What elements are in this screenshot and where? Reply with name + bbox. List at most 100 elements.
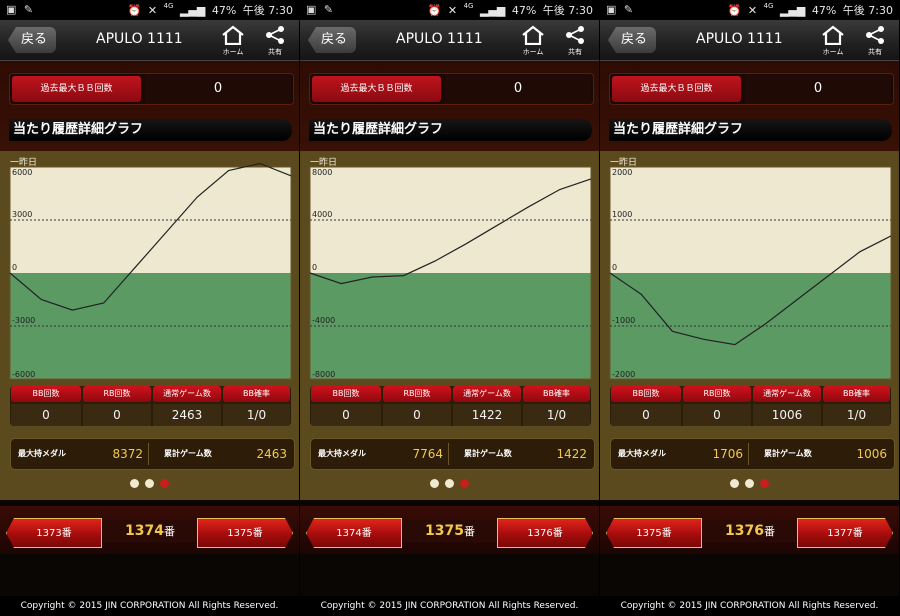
- max-medal-value: 7764: [412, 447, 443, 461]
- y-tick-label: -1000: [612, 316, 635, 325]
- app-title: APULO 1111: [96, 31, 183, 47]
- page-dot-active[interactable]: [760, 479, 769, 488]
- total-games-value: 1006: [856, 447, 887, 461]
- number-suffix: 番: [163, 525, 175, 538]
- page-dot[interactable]: [130, 479, 139, 488]
- clock: 午後 7:30: [242, 4, 293, 17]
- home-button[interactable]: ホーム: [518, 25, 548, 57]
- graph-section: 一昨日 2000 1000 0 -1000 -2000 BB回数 0 RB回数 0 通常ゲー…: [600, 151, 899, 500]
- battery-level: 47%: [811, 4, 837, 17]
- stat-column: BB確率 1/0: [522, 386, 591, 426]
- stat-value: 0: [83, 404, 151, 426]
- app-panel: ▣ ✎ ⏰ ✕ 4G ▂▄▆ 47% 午後 7:30 戻る APULO 1111…: [600, 0, 899, 616]
- home-icon: [822, 25, 844, 46]
- max-bb-value: 0: [745, 74, 891, 104]
- max-bb-value: 0: [445, 74, 591, 104]
- copyright-footer: Copyright © 2015 JIN CORPORATION All Rig…: [0, 596, 299, 616]
- share-button[interactable]: 共有: [860, 25, 890, 57]
- page-dot[interactable]: [445, 479, 454, 488]
- next-machine-button[interactable]: 1376番: [497, 518, 593, 548]
- prev-machine-button[interactable]: 1375番: [606, 518, 702, 548]
- stat-header: BB確率: [223, 386, 290, 402]
- number-suffix: 番: [763, 525, 775, 538]
- share-button[interactable]: 共有: [560, 25, 590, 57]
- page-dot[interactable]: [430, 479, 439, 488]
- stat-value: 0: [611, 404, 681, 426]
- max-bb-value: 0: [145, 74, 291, 104]
- back-button[interactable]: 戻る: [8, 27, 56, 53]
- home-icon: [522, 25, 544, 46]
- page-indicator: [600, 479, 899, 488]
- max-bb-label: 過去最大ＢＢ回数: [312, 76, 441, 102]
- share-button[interactable]: 共有: [260, 25, 290, 57]
- total-games-value: 1422: [556, 447, 587, 461]
- page-dot[interactable]: [745, 479, 754, 488]
- title-bar: 戻る APULO 1111 ホーム 共有: [600, 20, 899, 61]
- stats-table: BB回数 0 RB回数 0 通常ゲーム数 2463 BB確率 1/0: [10, 386, 291, 426]
- signal-icon: ▂▄▆: [779, 4, 806, 17]
- stat-value: 1/0: [523, 404, 590, 426]
- stat-header: 通常ゲーム数: [453, 386, 521, 402]
- home-label: ホーム: [822, 48, 844, 56]
- max-bb-label: 過去最大ＢＢ回数: [12, 76, 141, 102]
- home-label: ホーム: [222, 48, 244, 56]
- clock: 午後 7:30: [842, 4, 893, 17]
- stat-header: RB回数: [383, 386, 451, 402]
- stat-column: BB確率 1/0: [822, 386, 891, 426]
- y-tick-label: 6000: [12, 168, 32, 177]
- next-machine-button[interactable]: 1375番: [197, 518, 293, 548]
- y-tick-label: 4000: [312, 210, 332, 219]
- home-button[interactable]: ホーム: [218, 25, 248, 57]
- stats-table: BB回数 0 RB回数 0 通常ゲーム数 1422 BB確率 1/0: [310, 386, 591, 426]
- share-label: 共有: [268, 48, 282, 56]
- prev-machine-button[interactable]: 1373番: [6, 518, 102, 548]
- y-tick-label: -3000: [12, 316, 35, 325]
- y-tick-label: -8000: [312, 370, 335, 379]
- stat-header: BB回数: [311, 386, 381, 402]
- y-tick-label: -6000: [12, 370, 35, 379]
- notification-icons: ▣ ✎: [306, 3, 336, 16]
- max-medal-value: 1706: [712, 447, 743, 461]
- stat-header: BB確率: [823, 386, 890, 402]
- alarm-icon: ⏰: [427, 4, 442, 17]
- medal-summary: 最大持メダル 1706 累計ゲーム数 1006: [610, 438, 895, 470]
- total-games-label: 累計ゲーム数: [764, 449, 812, 458]
- y-tick-label: 8000: [312, 168, 332, 177]
- status-bar: ▣ ✎ ⏰ ✕ 4G ▂▄▆ 47% 午後 7:30: [0, 0, 299, 20]
- app-title: APULO 1111: [696, 31, 783, 47]
- stat-column: 通常ゲーム数 1422: [452, 386, 522, 426]
- history-chart: 8000 4000 0 -4000 -8000: [309, 166, 592, 380]
- notification-icons: ▣ ✎: [6, 3, 36, 16]
- page-dot-active[interactable]: [460, 479, 469, 488]
- home-icon: [222, 25, 244, 46]
- page-dot[interactable]: [730, 479, 739, 488]
- app-panel: ▣ ✎ ⏰ ✕ 4G ▂▄▆ 47% 午後 7:30 戻る APULO 1111…: [0, 0, 299, 616]
- home-button[interactable]: ホーム: [818, 25, 848, 57]
- stat-header: BB確率: [523, 386, 590, 402]
- stat-value: 1/0: [223, 404, 290, 426]
- page-dot[interactable]: [145, 479, 154, 488]
- next-machine-button[interactable]: 1377番: [797, 518, 893, 548]
- stat-header: 通常ゲーム数: [753, 386, 821, 402]
- app-panel: ▣ ✎ ⏰ ✕ 4G ▂▄▆ 47% 午後 7:30 戻る APULO 1111…: [300, 0, 599, 616]
- stat-header: BB回数: [11, 386, 81, 402]
- graph-section: 一昨日 8000 4000 0 -4000 -8000 BB回数 0 RB回数 0 通常ゲー…: [300, 151, 599, 500]
- total-games-label: 累計ゲーム数: [164, 449, 212, 458]
- title-bar: 戻る APULO 1111 ホーム 共有: [0, 20, 299, 61]
- prev-machine-button[interactable]: 1374番: [306, 518, 402, 548]
- page-indicator: [300, 479, 599, 488]
- machine-nav-bar: 1373番 1374番 1375番: [0, 506, 299, 554]
- back-button[interactable]: 戻る: [308, 27, 356, 53]
- stat-column: RB回数 0: [82, 386, 152, 426]
- status-right: ⏰ ✕ 4G ▂▄▆ 47% 午後 7:30: [125, 2, 293, 18]
- history-chart: 2000 1000 0 -1000 -2000: [609, 166, 892, 380]
- page-dot-active[interactable]: [160, 479, 169, 488]
- signal-icon: ▂▄▆: [479, 4, 506, 17]
- max-bb-row: 過去最大ＢＢ回数 0: [309, 73, 594, 105]
- stat-column: BB回数 0: [310, 386, 382, 426]
- graph-section: 一昨日 6000 3000 0 -3000 -6000 BB回数 0 RB回数 0 通常ゲー…: [0, 151, 299, 500]
- back-button[interactable]: 戻る: [608, 27, 656, 53]
- stat-value: 1422: [453, 404, 521, 426]
- medal-summary: 最大持メダル 8372 累計ゲーム数 2463: [10, 438, 295, 470]
- app-title: APULO 1111: [396, 31, 483, 47]
